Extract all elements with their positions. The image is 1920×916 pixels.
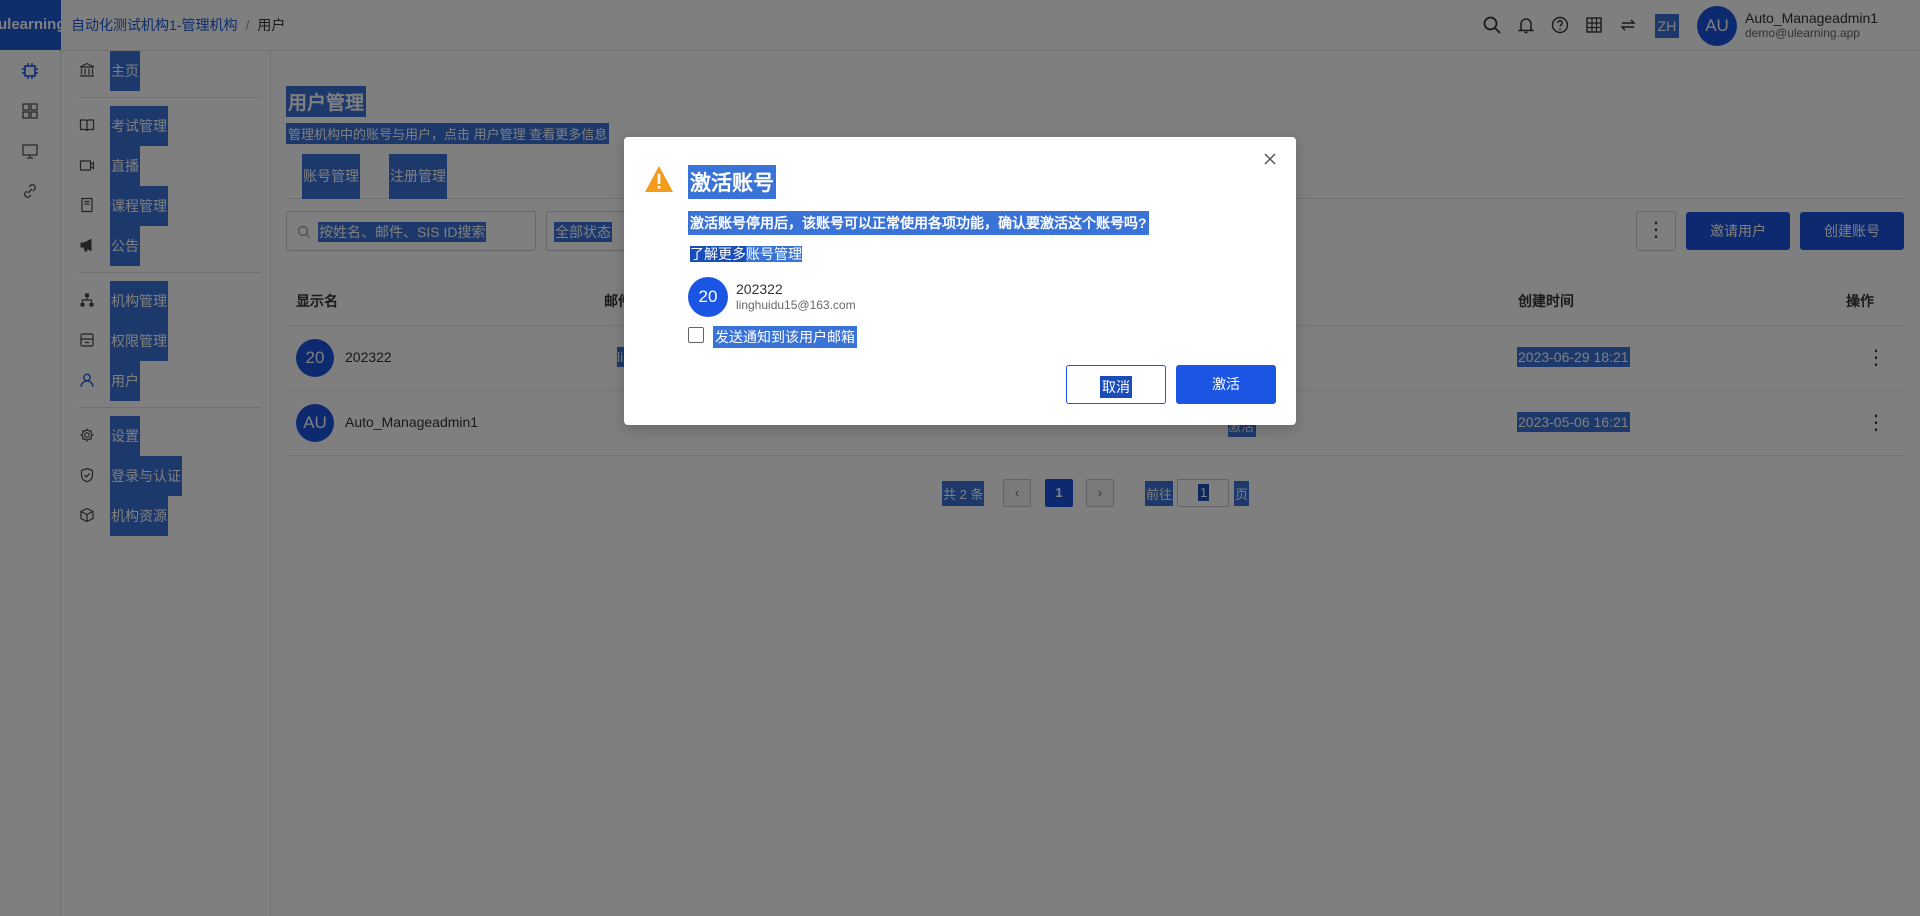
close-icon[interactable] [1262,151,1278,167]
dialog-user-email: linghuidu15@163.com [736,298,856,312]
dialog-description: 激活账号停用后，该账号可以正常使用各项功能，确认要激活这个账号吗? [688,211,1149,235]
activate-account-dialog: 激活账号 激活账号停用后，该账号可以正常使用各项功能，确认要激活这个账号吗? 了… [624,137,1296,425]
activate-button[interactable]: 激活 [1176,365,1276,404]
avatar: 20 [688,277,728,317]
cancel-button[interactable]: 取消 [1066,365,1166,404]
dialog-title: 激活账号 [688,165,776,199]
notify-checkbox-label[interactable]: 发送通知到该用户邮箱 [713,326,857,348]
dialog-user-name: 202322 [736,281,783,297]
notify-checkbox[interactable] [688,327,704,343]
learn-more-link[interactable]: 账号管理 [746,246,802,262]
warning-icon [645,166,673,192]
learn-more-text: 了解更多 [690,246,746,262]
cancel-button-label: 取消 [1100,376,1132,398]
dialog-learn-more: 了解更多账号管理 [688,242,804,266]
